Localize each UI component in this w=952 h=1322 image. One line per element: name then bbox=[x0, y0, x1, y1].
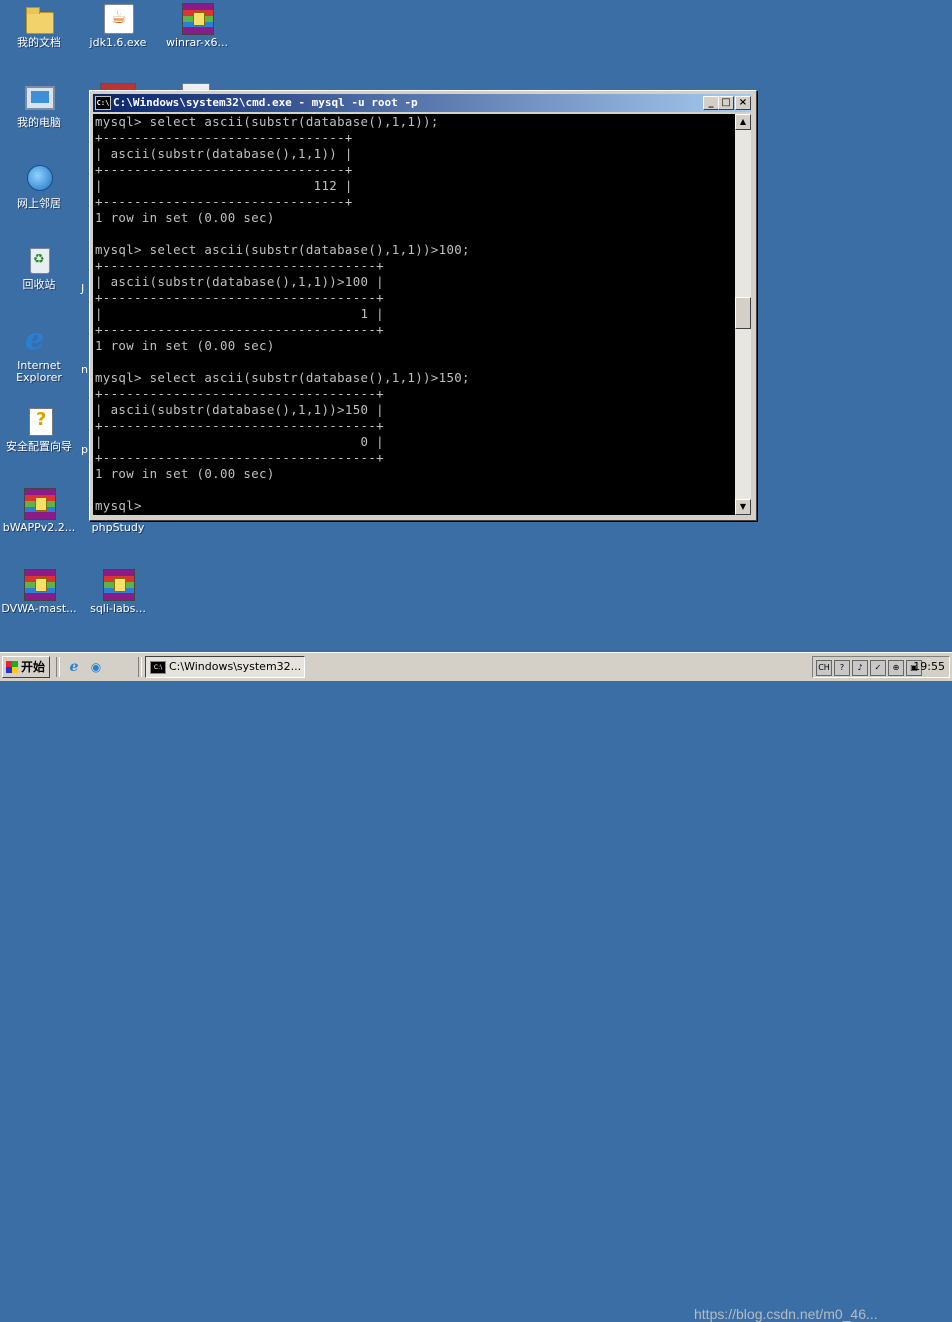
desktop-icon-label: jdk1.6.exe bbox=[89, 36, 147, 49]
desktop-icon-partial-label: J bbox=[81, 282, 85, 295]
taskbar: 开始 e ◉ C:\ C:\Windows\system32... CH ? ♪… bbox=[0, 652, 952, 1322]
explorer-quicklaunch-icon[interactable]: ◉ bbox=[88, 659, 104, 675]
system-tray: CH ? ♪ ✓ ⊕ ▣ 19:55 bbox=[812, 656, 950, 678]
desktop-icon-label: 安全配置向导 bbox=[6, 440, 72, 453]
desktop-icon-label: bWAPPv2.2... bbox=[2, 521, 76, 534]
desktop-icon-label: 网上邻居 bbox=[17, 197, 61, 210]
check-icon[interactable]: ✓ bbox=[870, 660, 886, 676]
network-icon bbox=[23, 163, 55, 195]
desktop-icon-jdk[interactable]: ☕ jdk1.6.exe bbox=[79, 2, 157, 49]
winrar-icon bbox=[23, 568, 56, 601]
desktop-icon-bwapp[interactable]: bWAPPv2.2... bbox=[0, 487, 78, 534]
desktop-icon-label: 我的文档 bbox=[17, 36, 61, 49]
cmd-icon: C:\ bbox=[150, 661, 166, 674]
desktop-icon-label: phpStudy bbox=[91, 521, 145, 534]
desktop-icon-label: 回收站 bbox=[22, 278, 56, 291]
ie-quicklaunch-icon[interactable]: e bbox=[66, 659, 82, 675]
taskbar-item-cmd[interactable]: C:\ C:\Windows\system32... bbox=[145, 656, 305, 678]
close-button[interactable]: × bbox=[735, 96, 751, 110]
scroll-thumb[interactable] bbox=[735, 297, 751, 329]
minimize-button[interactable]: _ bbox=[703, 96, 719, 110]
console-output-area[interactable]: mysql> select ascii(substr(database(),1,… bbox=[93, 114, 735, 515]
scroll-down-button[interactable]: ▼ bbox=[735, 499, 751, 515]
winrar-icon bbox=[23, 487, 56, 520]
start-button[interactable]: 开始 bbox=[2, 656, 50, 678]
clock[interactable]: 19:55 bbox=[913, 657, 945, 677]
winrar-icon bbox=[102, 568, 135, 601]
desktop-icon-recycle-bin[interactable]: 回收站 bbox=[0, 244, 78, 291]
desktop-icon-my-documents[interactable]: 我的文档 bbox=[0, 2, 78, 49]
desktop-icon-dvwa[interactable]: DVWA-mast... bbox=[0, 568, 78, 615]
taskbar-item-label: C:\Windows\system32... bbox=[169, 660, 302, 673]
console-window[interactable]: C:\ C:\Windows\system32\cmd.exe - mysql … bbox=[89, 90, 757, 521]
desktop-icon-network[interactable]: 网上邻居 bbox=[0, 163, 78, 210]
maximize-button[interactable]: □ bbox=[718, 96, 734, 110]
language-icon[interactable]: CH bbox=[816, 660, 832, 676]
recycle-bin-icon bbox=[23, 244, 55, 276]
folder-icon bbox=[23, 2, 55, 34]
volume-icon[interactable]: ♪ bbox=[852, 660, 868, 676]
taskbar-separator bbox=[138, 657, 142, 677]
desktop-icon-label: winrar-x6... bbox=[165, 36, 229, 49]
desktop-icon-label: Internet Explorer bbox=[16, 359, 62, 384]
desktop-icon-winrar[interactable]: winrar-x6... bbox=[158, 2, 236, 49]
desktop-icon-internet-explorer[interactable]: e Internet Explorer bbox=[0, 325, 78, 384]
help-icon[interactable]: ? bbox=[834, 660, 850, 676]
window-titlebar[interactable]: C:\ C:\Windows\system32\cmd.exe - mysql … bbox=[93, 94, 751, 112]
console-output: mysql> select ascii(substr(database(),1,… bbox=[95, 114, 470, 513]
window-title: C:\Windows\system32\cmd.exe - mysql -u r… bbox=[113, 96, 418, 109]
scroll-up-button[interactable]: ▲ bbox=[735, 114, 751, 130]
desktop-icon-partial-label: p bbox=[81, 443, 88, 456]
computer-icon bbox=[23, 82, 55, 114]
desktop-icon-security-wizard[interactable]: 安全配置向导 bbox=[0, 406, 78, 453]
network-tray-icon[interactable]: ⊕ bbox=[888, 660, 904, 676]
security-wizard-icon bbox=[23, 406, 55, 438]
desktop-icon-my-computer[interactable]: 我的电脑 bbox=[0, 82, 78, 129]
start-label: 开始 bbox=[21, 660, 46, 674]
desktop-icon-sqli-labs[interactable]: sqli-labs... bbox=[79, 568, 157, 615]
windows-logo-icon bbox=[6, 661, 18, 673]
vertical-scrollbar[interactable]: ▲ ▼ bbox=[735, 114, 751, 515]
winrar-icon bbox=[181, 2, 214, 35]
desktop-icon-label: DVWA-mast... bbox=[1, 602, 77, 615]
java-icon: ☕ bbox=[102, 2, 134, 34]
ie-icon: e bbox=[25, 322, 45, 357]
cmd-icon[interactable]: C:\ bbox=[95, 96, 111, 110]
desktop-icon-label: 我的电脑 bbox=[17, 116, 61, 129]
desktop-icon-label: sqli-labs... bbox=[90, 602, 146, 615]
desktop-icon-partial-label: n bbox=[81, 363, 88, 376]
watermark-text: https://blog.csdn.net/m0_46... bbox=[694, 1306, 878, 1322]
taskbar-separator bbox=[56, 657, 60, 677]
